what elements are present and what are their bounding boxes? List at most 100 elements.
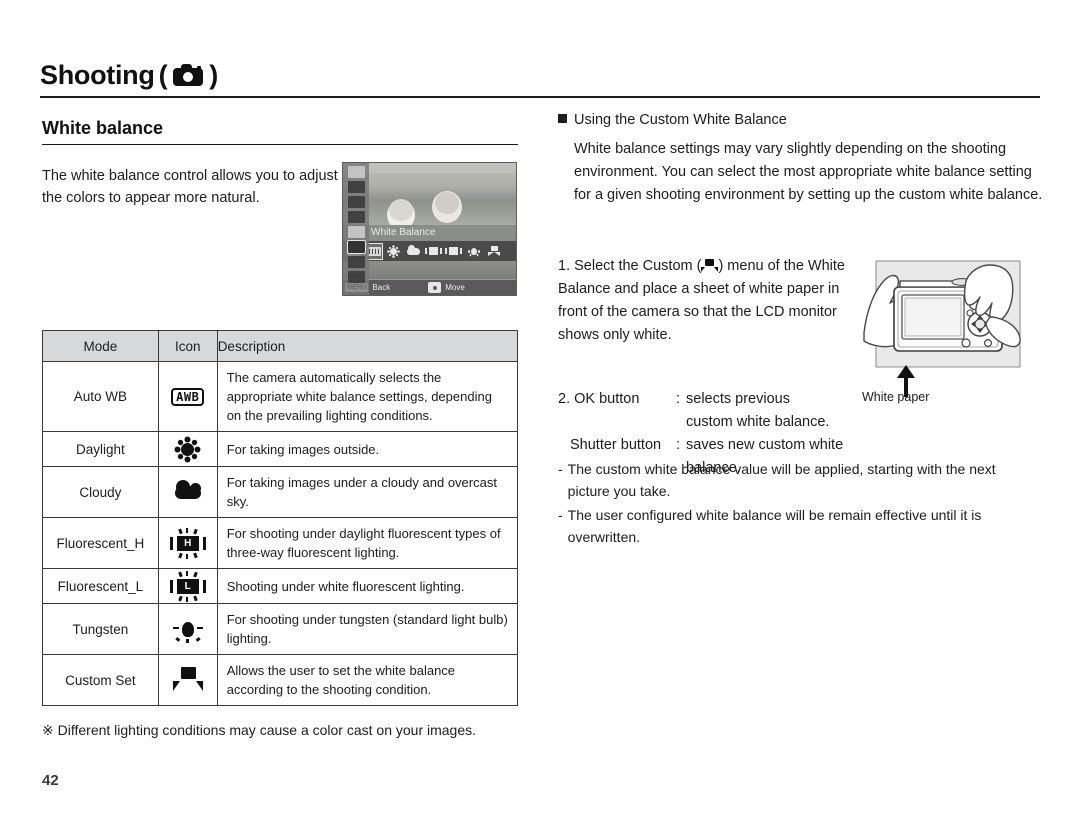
fluorescent-h-icon: H [163, 526, 213, 560]
cell-description: Allows the user to set the white balance… [216, 654, 519, 706]
fluorescent-l-icon: L [163, 569, 213, 603]
lcd-fluorescent-l-icon[interactable] [445, 244, 462, 259]
table-row: Fluorescent_L L Shooting under white flu… [42, 568, 519, 604]
section-heading-block: White balance [42, 118, 518, 145]
table-row: Fluorescent_H H For shooting under dayli… [42, 517, 519, 569]
step-2-line-1: 2. OK button : selects previous [558, 388, 888, 411]
white-balance-table: Mode Icon Description Auto WB AWB The ca… [42, 330, 519, 706]
note-item: - The user configured white balance will… [558, 504, 1038, 548]
lcd-side-drive-icon[interactable] [347, 271, 365, 283]
step-1: 1. Select the Custom () menu of the Whit… [558, 255, 858, 347]
lcd-side-iso-icon[interactable] [347, 226, 365, 238]
fluorescent-h-letter: H [184, 537, 192, 549]
step-2-separator-1: : [676, 391, 681, 407]
column-header-description: Description [216, 330, 519, 362]
cell-icon [157, 654, 218, 706]
section-title: White balance [42, 118, 164, 138]
lcd-back-label: Back [372, 283, 391, 292]
fluorescent-l-letter: L [184, 580, 191, 592]
lcd-daylight-sun-icon[interactable] [385, 244, 402, 259]
column-header-mode: Mode [42, 330, 159, 362]
step-2-value-1: selects previous [686, 391, 790, 407]
note-dash: - [558, 507, 563, 523]
cell-mode: Fluorescent_H [42, 517, 159, 569]
cell-icon [157, 603, 218, 655]
table-row: Daylight For taking images outside. [42, 431, 519, 467]
cell-mode: Daylight [42, 431, 159, 467]
step-1-number: 1. [558, 258, 571, 274]
cell-description: For shooting under tungsten (standard li… [216, 603, 519, 655]
paren-open: ( [158, 59, 168, 90]
camera-illustration [862, 255, 1034, 405]
cell-description: Shooting under white fluorescent lightin… [216, 568, 519, 604]
table-header-row: Mode Icon Description [42, 330, 519, 362]
cell-mode: Cloudy [42, 466, 159, 518]
lcd-cloudy-icon[interactable] [405, 244, 422, 259]
chapter-title: Shooting ( ) [40, 58, 1040, 92]
step-2-number-and-key1: 2. OK button [558, 388, 676, 411]
step-1-text-part1: Select the Custom ( [574, 258, 702, 274]
step-2-number: 2. [558, 391, 571, 407]
lcd-move-label: Move [445, 283, 465, 292]
lcd-side-quality-icon[interactable] [347, 181, 365, 193]
step-2-value-1-continued: custom white balance. [686, 414, 830, 430]
lcd-side-scene-icon[interactable] [347, 211, 365, 223]
cell-icon: L [157, 568, 218, 604]
page-header: Shooting ( ) [40, 58, 1040, 102]
cell-description: For taking images under a cloudy and ove… [216, 466, 519, 518]
cell-mode: Auto WB [42, 361, 159, 432]
custom-wb-heading-label: Using the Custom White Balance [574, 112, 787, 128]
cell-description: For taking images outside. [216, 431, 519, 467]
lcd-side-white-balance-icon[interactable] [346, 240, 366, 254]
table-row: Custom Set Allows the user to set the wh… [42, 654, 519, 706]
section-divider [42, 144, 518, 145]
cell-mode: Fluorescent_L [42, 568, 159, 604]
lcd-side-menu[interactable] [343, 163, 369, 295]
step-2-key-ok-button: OK button [574, 391, 640, 407]
table-footnote: ※ Different lighting conditions may caus… [42, 722, 477, 738]
note-dash: - [558, 461, 563, 477]
lcd-side-resolution-icon[interactable] [347, 166, 365, 178]
lcd-side-exposure-icon[interactable] [347, 256, 365, 268]
right-column: Using the Custom White Balance White bal… [558, 112, 1042, 207]
cell-description: For shooting under daylight fluorescent … [216, 517, 519, 569]
custom-wb-body: White balance settings may vary slightly… [574, 141, 1043, 203]
page-number: 42 [42, 772, 59, 789]
custom-wb-heading: Using the Custom White Balance [558, 112, 1038, 128]
cloudy-icon [163, 475, 213, 509]
cell-mode: Custom Set [42, 654, 159, 706]
table-row: Cloudy For taking images under a cloudy … [42, 466, 519, 518]
intro-paragraph: The white balance control allows you to … [42, 168, 338, 206]
chapter-title-label: Shooting [40, 59, 155, 90]
daylight-sun-icon [163, 432, 213, 466]
camera-icon [173, 64, 204, 86]
note-item: - The custom white balance value will be… [558, 458, 1038, 502]
table-row: Tungsten For shooting under tungsten (st… [42, 603, 519, 655]
custom-set-icon [701, 259, 719, 272]
hands-holding-camera-over-white-paper-illustration [863, 260, 1021, 397]
lcd-fluorescent-h-icon[interactable] [425, 244, 442, 259]
custom-set-icon [163, 663, 213, 697]
cell-icon [157, 431, 218, 467]
lcd-side-movie-icon[interactable] [347, 196, 365, 208]
four-way-nav-icon[interactable] [428, 282, 442, 293]
cell-description: The camera automatically selects the app… [216, 361, 519, 432]
white-paper-label: White paper [862, 390, 930, 404]
note-text: The custom white balance value will be a… [567, 461, 996, 499]
lcd-custom-set-icon[interactable] [485, 244, 502, 259]
note-text: The user configured white balance will b… [567, 507, 982, 545]
column-header-icon: Icon [157, 330, 218, 362]
square-bullet-icon [558, 114, 567, 123]
notes-list: - The custom white balance value will be… [558, 458, 1038, 550]
header-divider [40, 96, 1040, 98]
cell-icon: H [157, 517, 218, 569]
cell-mode: Tungsten [42, 603, 159, 655]
cell-icon: AWB [157, 361, 218, 432]
awb-badge-text: AWB [171, 387, 205, 406]
lcd-screenshot-figure: White Balance MENU Back Move [342, 162, 517, 296]
awb-badge-icon: AWB [163, 380, 213, 414]
table-row: Auto WB AWB The camera automatically sel… [42, 361, 519, 432]
paren-close: ) [209, 59, 218, 90]
lcd-tungsten-icon[interactable] [465, 244, 482, 259]
cell-icon [157, 466, 218, 518]
